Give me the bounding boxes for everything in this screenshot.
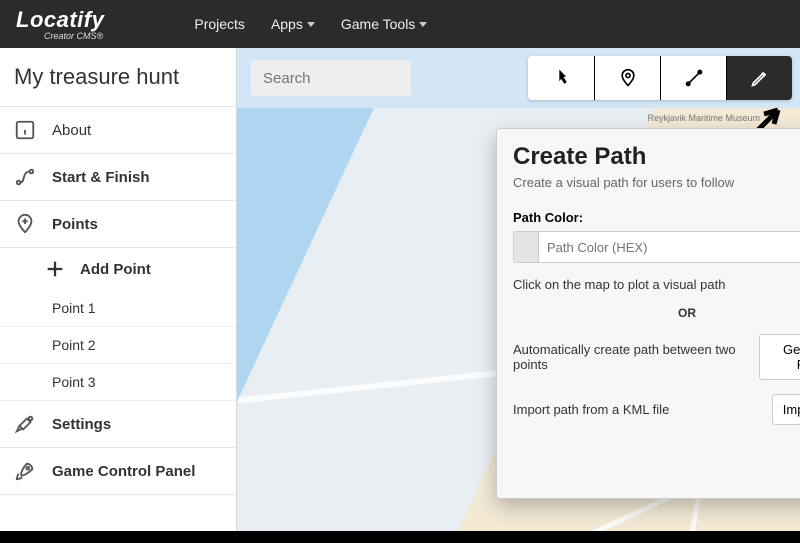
sidebar-item-label: Add Point	[80, 261, 151, 278]
create-path-modal: ✕ Create Path Create a visual path for u…	[496, 128, 800, 499]
sidebar: My treasure hunt About Start & Finish Po…	[0, 48, 237, 531]
chevron-down-icon	[419, 22, 427, 27]
nav-label: Game Tools	[341, 16, 415, 32]
generate-path-button[interactable]: Generate Path	[759, 334, 800, 380]
import-path-text: Import path from a KML file	[513, 402, 669, 417]
or-divider: OR	[513, 306, 800, 320]
nav-item-projects[interactable]: Projects	[194, 16, 245, 32]
tool-pin[interactable]	[594, 56, 660, 100]
nav-label: Projects	[194, 16, 245, 32]
sidebar-point-item[interactable]: Point 1	[0, 290, 236, 327]
sidebar-item-points[interactable]: Points	[0, 201, 236, 248]
tool-hand[interactable]	[528, 56, 594, 100]
rocket-icon	[14, 460, 36, 482]
map-label: Reykjavik Maritime Museum	[647, 113, 760, 123]
sidebar-item-label: Points	[52, 216, 98, 233]
modal-title: Create Path	[497, 129, 800, 173]
sidebar-add-point[interactable]: Add Point	[0, 248, 236, 290]
search-input[interactable]	[251, 60, 411, 96]
sidebar-item-label: Game Control Panel	[52, 463, 195, 480]
sidebar-item-label: Settings	[52, 416, 111, 433]
main-area: OLD WEST SIDE Reykjavik Maritime Museum …	[237, 48, 800, 531]
sidebar-item-label: About	[52, 122, 91, 139]
nav-item-apps[interactable]: Apps	[271, 16, 315, 32]
path-color-input[interactable]	[539, 231, 800, 263]
tools-icon	[14, 413, 36, 435]
sidebar-point-item[interactable]: Point 2	[0, 327, 236, 364]
project-title: My treasure hunt	[0, 48, 236, 107]
nav-item-game-tools[interactable]: Game Tools	[341, 16, 427, 32]
chevron-down-icon	[307, 22, 315, 27]
sidebar-point-item[interactable]: Point 3	[0, 364, 236, 401]
map-toolbar	[528, 56, 792, 100]
tool-draw[interactable]	[726, 56, 792, 100]
pin-plus-icon	[14, 213, 36, 235]
sidebar-item-about[interactable]: About	[0, 107, 236, 154]
plus-icon	[44, 258, 66, 280]
import-path-button[interactable]: Import Path	[772, 394, 800, 425]
top-nav: Locatify Creator CMS® Projects Apps Game…	[0, 0, 800, 48]
color-swatch[interactable]	[513, 231, 539, 263]
logo-subtext: Creator CMS®	[44, 31, 104, 41]
logo-text: Locatify	[16, 7, 104, 32]
path-color-label: Path Color:	[513, 210, 800, 225]
nav-menu: Projects Apps Game Tools	[194, 16, 427, 32]
modal-subtitle: Create a visual path for users to follow	[497, 173, 800, 200]
nav-label: Apps	[271, 16, 303, 32]
sidebar-item-settings[interactable]: Settings	[0, 401, 236, 448]
sidebar-item-start-finish[interactable]: Start & Finish	[0, 154, 236, 201]
logo: Locatify Creator CMS®	[16, 7, 104, 41]
sidebar-item-label: Start & Finish	[52, 169, 150, 186]
auto-path-text: Automatically create path between two po…	[513, 342, 759, 372]
route-icon	[14, 166, 36, 188]
sidebar-item-game-control-panel[interactable]: Game Control Panel	[0, 448, 236, 495]
footer-bar	[0, 531, 800, 543]
info-icon	[14, 119, 36, 141]
click-map-text: Click on the map to plot a visual path	[513, 277, 725, 292]
tool-line[interactable]	[660, 56, 726, 100]
